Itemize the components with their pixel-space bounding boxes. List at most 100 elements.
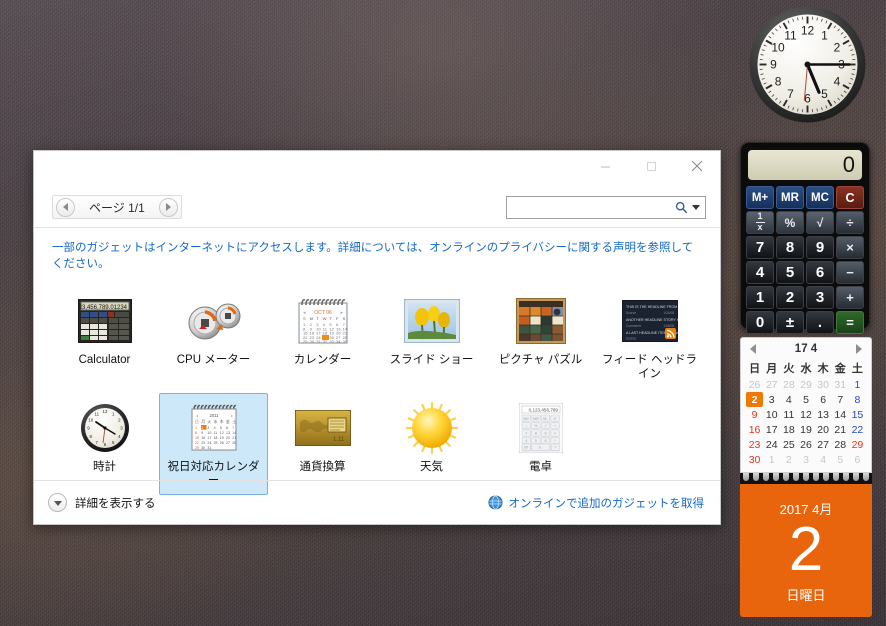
calendar-day-cell[interactable]: 21: [832, 422, 849, 437]
calendar-day-cell[interactable]: 8: [849, 392, 866, 407]
svg-text:0 .: 0 .: [538, 445, 542, 449]
calendar-day-cell[interactable]: 28: [780, 377, 797, 392]
calendar-day-cell[interactable]: 26: [797, 437, 814, 452]
minimize-button[interactable]: [582, 151, 628, 181]
clock-gadget[interactable]: 121234567891011: [745, 2, 870, 127]
calendar-day-cell[interactable]: 4: [780, 392, 797, 407]
gadget-item-calendar[interactable]: OCT 06 ◂ ▸ SMTWTFS 1 2 3 4 5 6 7 8 9 10 11 12 13 14 15…: [268, 286, 377, 389]
gadgets-window[interactable]: ページ 1/1 一部のガジェットはインターネットにアクセスします。詳細については…: [33, 150, 721, 525]
calculator-key-[interactable]: ±: [776, 311, 804, 334]
calculator-key-M[interactable]: M+: [746, 186, 774, 209]
calculator-key-4[interactable]: 4: [746, 261, 774, 284]
svg-text:2: 2: [834, 41, 841, 55]
calendar-day-cell[interactable]: 5: [797, 392, 814, 407]
calendar-day-cell[interactable]: 24: [763, 437, 780, 452]
calculator-key-1x[interactable]: 1x: [746, 211, 774, 234]
calculator-key-9[interactable]: 9: [806, 236, 834, 259]
calendar-day-cell[interactable]: 29: [797, 377, 814, 392]
calculator-key-7[interactable]: 7: [746, 236, 774, 259]
calendar-day-cell[interactable]: 17: [763, 422, 780, 437]
calculator-key-[interactable]: −: [836, 261, 864, 284]
svg-text:土: 土: [232, 419, 236, 424]
calculator-key-0[interactable]: 0: [746, 311, 774, 334]
calendar-day-cell[interactable]: 9: [746, 407, 763, 422]
calculator-key-MC[interactable]: MC: [806, 186, 834, 209]
get-gadgets-online-link[interactable]: オンラインで追加のガジェットを取得: [487, 495, 704, 511]
chevron-right-icon: [165, 203, 171, 211]
calendar-day-cell[interactable]: 7: [832, 392, 849, 407]
calendar-day-cell[interactable]: 26: [746, 377, 763, 392]
calendar-day-cell[interactable]: 13: [815, 407, 832, 422]
calendar-table: 日月火水木金土 26 27 28 29 30 31 1 2 3 4 5 6 7 8 9 10 11 12 13 14 1…: [746, 358, 866, 467]
search-box[interactable]: [506, 195, 706, 219]
gadget-item-feed-headlines[interactable]: THIS IS THE HEADLINE FROM SOURCE Source …: [595, 286, 704, 389]
calculator-key-[interactable]: ×: [836, 236, 864, 259]
calendar-day-cell[interactable]: 28: [832, 437, 849, 452]
show-details-button[interactable]: 詳細を表示する: [48, 493, 156, 512]
calendar-day-cell[interactable]: 16: [746, 422, 763, 437]
calendar-prev-icon[interactable]: [750, 344, 756, 354]
calendar-day-cell[interactable]: 31: [832, 377, 849, 392]
currency-gadget-icon: 1.11: [291, 402, 355, 454]
calculator-key-[interactable]: √: [806, 211, 834, 234]
calendar-day-cell[interactable]: 1: [763, 452, 780, 467]
calendar-day-cell[interactable]: 30: [746, 452, 763, 467]
feed-headlines-gadget-icon: THIS IS THE HEADLINE FROM SOURCE Source …: [618, 295, 682, 347]
calendar-today-cell[interactable]: 2: [746, 392, 764, 407]
calculator-key-[interactable]: =: [836, 311, 864, 334]
gadget-item-cpu-meter[interactable]: CPU メーター: [159, 286, 268, 389]
calendar-day-cell[interactable]: 10: [763, 407, 780, 422]
gadget-item-picture-puzzle[interactable]: ピクチャ パズル: [486, 286, 595, 389]
calendar-next-icon[interactable]: [855, 344, 862, 354]
previous-page-button[interactable]: [56, 197, 75, 217]
gadget-item-calculator[interactable]: 123,456,789.01234 Calculator: [50, 286, 159, 389]
calculator-gadget[interactable]: 0 M+ MR MC C 1 x% √ ÷ 7 8 9 × 4 5 6−1 2 3 +0 ±. =: [740, 142, 870, 334]
search-icon[interactable]: [673, 201, 689, 214]
calendar-day-cell[interactable]: 12: [797, 407, 814, 422]
calendar-day-cell[interactable]: 11: [780, 407, 797, 422]
search-dropdown-button[interactable]: [689, 204, 702, 210]
calculator-key-6[interactable]: 6: [806, 261, 834, 284]
window-titlebar[interactable]: [34, 151, 720, 187]
calendar-day-cell[interactable]: 25: [780, 437, 797, 452]
calculator-key-8[interactable]: 8: [776, 236, 804, 259]
calculator-key-[interactable]: .: [806, 311, 834, 334]
svg-text:1.11: 1.11: [333, 437, 345, 443]
calendar-day-cell[interactable]: 19: [797, 422, 814, 437]
calendar-day-cell[interactable]: 2: [780, 452, 797, 467]
calendar-day-cell[interactable]: 20: [815, 422, 832, 437]
calculator-key-3[interactable]: 3: [806, 286, 834, 309]
maximize-button[interactable]: [628, 151, 674, 181]
calculator-key-[interactable]: ÷: [836, 211, 864, 234]
calendar-day-cell[interactable]: 22: [849, 422, 866, 437]
calculator-key-MR[interactable]: MR: [776, 186, 804, 209]
calendar-gadget[interactable]: 17 4 日月火水木金土 26 27 28 29 30 31 1 2 3 4 5 6 7 8 9 10 11 12…: [740, 337, 872, 617]
calendar-day-cell[interactable]: 18: [780, 422, 797, 437]
calendar-day-cell[interactable]: 14: [832, 407, 849, 422]
gadget-item-slideshow[interactable]: スライド ショー: [377, 286, 486, 389]
calendar-day-cell[interactable]: 23: [746, 437, 763, 452]
calculator-key-1[interactable]: 1: [746, 286, 774, 309]
calendar-day-cell[interactable]: 5: [832, 452, 849, 467]
calendar-day-cell[interactable]: 6: [849, 452, 866, 467]
calendar-day-cell[interactable]: 3: [797, 452, 814, 467]
calculator-key-2[interactable]: 2: [776, 286, 804, 309]
close-button[interactable]: [674, 151, 720, 181]
calculator-key-5[interactable]: 5: [776, 261, 804, 284]
close-icon: [691, 160, 703, 172]
calculator-key-[interactable]: +: [836, 286, 864, 309]
next-page-button[interactable]: [158, 197, 178, 217]
calendar-day-cell[interactable]: 3: [763, 392, 780, 407]
calendar-day-cell[interactable]: 4: [815, 452, 832, 467]
calculator-key-C[interactable]: C: [836, 186, 864, 209]
calendar-day-cell[interactable]: 15: [849, 407, 866, 422]
calendar-day-cell[interactable]: 27: [815, 437, 832, 452]
calendar-day-cell[interactable]: 30: [815, 377, 832, 392]
calculator-key-[interactable]: %: [776, 211, 804, 234]
calendar-day-cell[interactable]: 6: [815, 392, 832, 407]
calendar-week-row: 2345678: [746, 392, 866, 407]
search-input[interactable]: [510, 196, 673, 218]
calendar-day-cell[interactable]: 29: [849, 437, 866, 452]
calendar-day-cell[interactable]: 27: [763, 377, 780, 392]
calendar-day-cell[interactable]: 1: [849, 377, 866, 392]
